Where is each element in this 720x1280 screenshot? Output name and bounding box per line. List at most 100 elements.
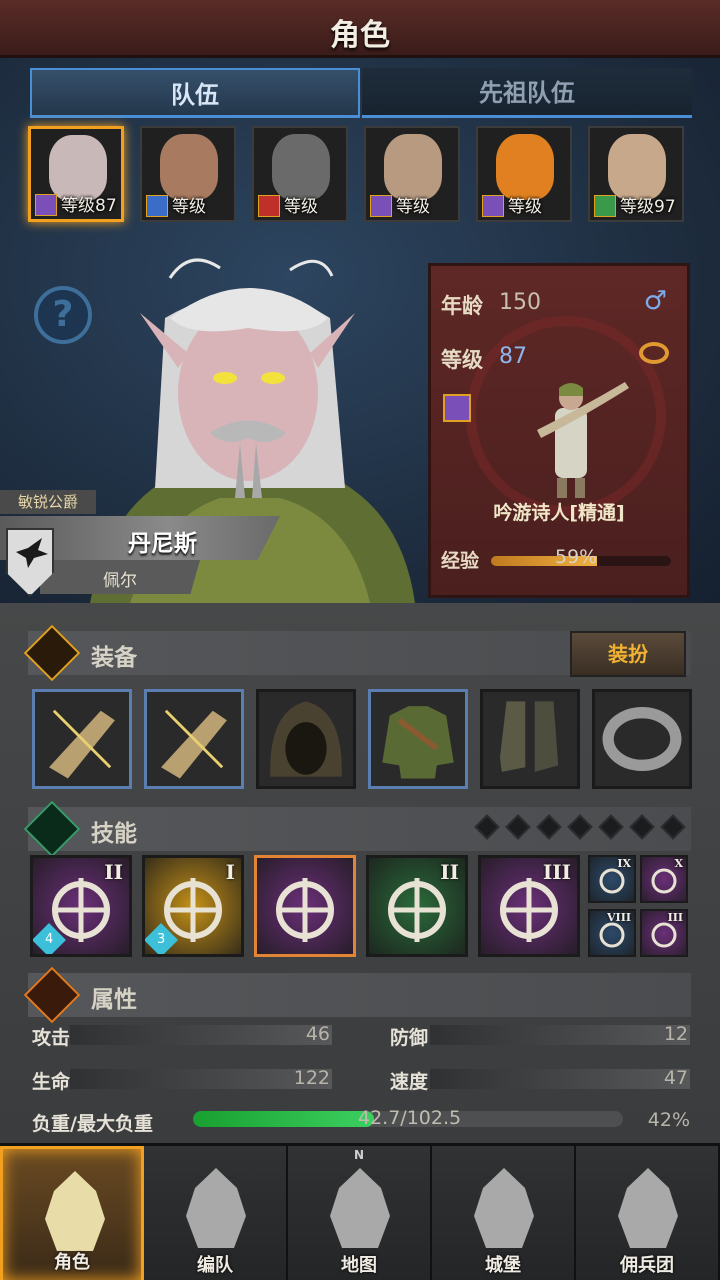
nav-banner[interactable]: 佣兵团 — [576, 1146, 720, 1280]
banner-icon — [618, 1168, 678, 1248]
class-name: 吟游诗人[精通] — [493, 502, 625, 524]
attack-label: 攻击 — [32, 1027, 71, 1049]
skill-slot[interactable]: III — [478, 855, 580, 957]
passive-skill-slot[interactable]: III — [640, 909, 688, 957]
castle-icon — [474, 1168, 534, 1248]
top-bar: 角色 — [0, 0, 720, 58]
load-bar-fill — [193, 1111, 374, 1127]
character-hero: 队伍 先祖队伍 等级87等级100等级102等级104等级105等级97 ? 年… — [0, 58, 720, 603]
member-level: 等级97 — [620, 197, 676, 217]
member-portrait — [608, 134, 666, 200]
party-member[interactable]: 等级102 — [252, 126, 348, 222]
attributes-label: 属性 — [91, 987, 137, 1013]
character-surname: 佩尔 — [103, 571, 137, 591]
page-title: 角色 — [330, 18, 390, 53]
party-member[interactable]: 等级104 — [364, 126, 460, 222]
equipment-slot[interactable] — [480, 689, 580, 789]
member-level: 等级100 — [172, 197, 206, 217]
equipment-label: 装备 — [91, 645, 137, 671]
party-tabs: 队伍 先祖队伍 — [30, 68, 692, 118]
member-level: 等级104 — [396, 197, 430, 217]
member-level: 等级102 — [284, 197, 318, 217]
level-value: 87 — [499, 344, 527, 369]
equipment-slot[interactable] — [32, 689, 132, 789]
age-label: 年龄 — [441, 294, 483, 318]
class-figure — [537, 382, 629, 498]
skill-slot[interactable]: II 4 — [30, 855, 132, 957]
skill-rank: VIII — [607, 911, 631, 924]
skill-rank: III — [542, 860, 571, 884]
party-member[interactable]: 等级100 — [140, 126, 236, 222]
dagger-icon — [23, 624, 81, 682]
speed-label: 速度 — [390, 1071, 429, 1093]
member-level: 等级87 — [61, 196, 117, 216]
exp-label: 经验 — [441, 550, 480, 572]
nav-castle[interactable]: 城堡 — [432, 1146, 576, 1280]
skill-rank: IX — [617, 857, 631, 870]
lute-icon — [161, 709, 227, 779]
load-percent: 42% — [647, 1109, 690, 1131]
bottom-nav: 角色 编队 地图 N 城堡 佣兵团 — [0, 1143, 720, 1280]
lute-icon — [49, 709, 115, 779]
attributes-header: 属性 — [23, 966, 691, 1024]
load-label: 负重/最大负重 — [32, 1113, 153, 1135]
exp-percent: 59% — [555, 546, 598, 568]
class-icon[interactable] — [443, 394, 471, 422]
tab-party[interactable]: 队伍 — [30, 68, 360, 118]
character-name: 丹尼斯 — [128, 531, 197, 557]
rings-icon — [639, 342, 669, 364]
skill-slot[interactable]: I3 — [142, 855, 244, 957]
equipment-slot[interactable] — [144, 689, 244, 789]
nav-compass-map[interactable]: 地图 N — [288, 1146, 432, 1280]
boots-icon — [499, 701, 559, 772]
character-title: 敏锐公爵 — [0, 490, 96, 514]
surname-plate: 佩尔 — [40, 560, 200, 594]
star-icon — [23, 800, 81, 858]
crystal-note-icon — [276, 878, 334, 942]
member-portrait — [496, 134, 554, 200]
nav-knight[interactable]: 角色 — [0, 1146, 144, 1280]
age-value: 150 — [499, 290, 541, 315]
equipment-slot[interactable] — [256, 689, 356, 789]
party-member[interactable]: 等级87 — [28, 126, 124, 222]
dress-up-button[interactable]: 装扮 — [570, 631, 686, 677]
skill-slot[interactable] — [254, 855, 356, 957]
passive-skill-slot[interactable]: VIII — [588, 909, 636, 957]
defense-label: 防御 — [390, 1027, 429, 1049]
party-member[interactable]: 等级105 — [476, 126, 572, 222]
hp-value: 122 — [293, 1067, 330, 1089]
skill-rank: II — [440, 860, 459, 884]
passive-skill-slot[interactable]: IX — [588, 855, 636, 903]
level-label: 等级 — [441, 348, 483, 372]
speed-value: 47 — [663, 1067, 688, 1089]
nav-helmet[interactable]: 编队 — [144, 1146, 288, 1280]
tab-ancestor-party[interactable]: 先祖队伍 — [362, 68, 692, 118]
skill-gem-count: 3 — [156, 932, 166, 947]
nav-label: 角色 — [54, 1252, 90, 1273]
helmet-icon — [186, 1168, 246, 1248]
member-portrait — [384, 134, 442, 200]
details-panel: 装备 装扮 技能 II 4 I 3 II III IX X VIII III 属性 攻击 46 防… — [0, 603, 720, 1143]
person-icon — [23, 966, 81, 1024]
male-icon: ♂ — [643, 286, 667, 316]
skill-rank: II — [104, 860, 123, 884]
skill-slot[interactable]: II — [366, 855, 468, 957]
hp-label: 生命 — [32, 1071, 71, 1093]
compass-map-icon — [330, 1168, 390, 1248]
nav-label: 地图 — [341, 1255, 377, 1276]
member-portrait — [49, 135, 107, 201]
attack-value: 46 — [305, 1023, 330, 1045]
skills-header: 技能 — [23, 800, 691, 858]
skill-rank: I — [225, 860, 235, 884]
defense-value: 12 — [663, 1023, 688, 1045]
stats-banner: 年龄 150 ♂ 等级 87 吟游诗人[精通] 经验 59% — [428, 263, 690, 598]
skill-gem-count: 4 — [44, 932, 54, 947]
ring-icon — [602, 707, 682, 771]
passive-skill-slot[interactable]: X — [640, 855, 688, 903]
equipment-slot[interactable] — [592, 689, 692, 789]
party-member[interactable]: 等级97 — [588, 126, 684, 222]
skills-label: 技能 — [91, 821, 137, 847]
member-portrait — [160, 134, 218, 200]
equipment-slot[interactable] — [368, 689, 468, 789]
tunic-icon — [382, 706, 454, 779]
